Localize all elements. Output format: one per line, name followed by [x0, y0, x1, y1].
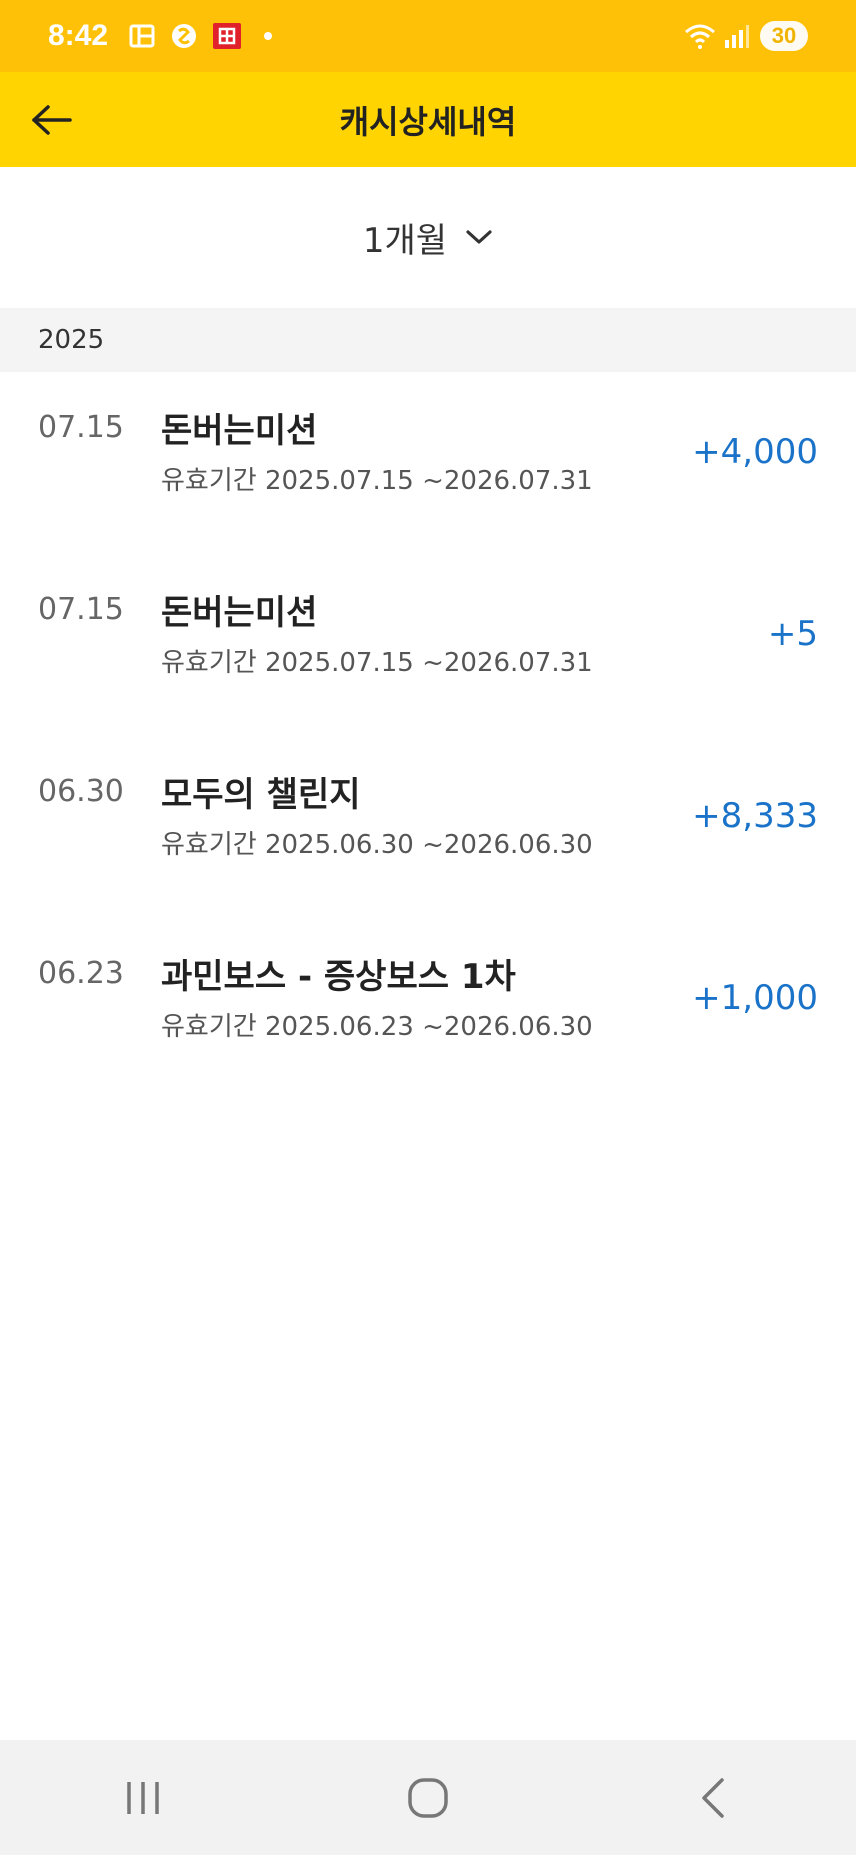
notification-dot — [264, 32, 273, 40]
grid-app-icon — [128, 22, 156, 50]
battery-icon: 30 — [760, 21, 808, 51]
item-amount: +4,000 — [692, 432, 818, 472]
list-item: 06.30 모두의 챌린지 유효기간 2025.06.30 ~2026.06.3… — [0, 736, 856, 918]
item-date: 06.23 — [38, 956, 124, 991]
status-bar-right: 30 — [684, 21, 808, 51]
status-bar-left: 8:42 — [48, 19, 273, 53]
item-date: 07.15 — [38, 410, 124, 445]
year-section-header: 2025 — [0, 308, 856, 372]
item-amount: +5 — [767, 614, 818, 654]
recent-apps-button[interactable] — [83, 1758, 203, 1838]
list-item: 07.15 돈버는미션 유효기간 2025.07.15 ~2026.07.31 … — [0, 554, 856, 736]
page-title: 캐시상세내역 — [339, 102, 517, 141]
samsung-pay-icon — [170, 22, 198, 50]
wifi-icon — [684, 22, 715, 50]
home-icon — [408, 1777, 448, 1818]
period-filter-label: 1개월 — [362, 220, 448, 261]
item-validity: 유효기간 2025.06.23 ~2026.06.30 — [161, 1012, 593, 1042]
year-label: 2025 — [38, 325, 105, 355]
item-title: 과민보스 - 증상보스 1차 — [161, 957, 516, 997]
item-title: 돈버는미션 — [161, 411, 318, 451]
signal-icon — [722, 22, 750, 50]
item-validity: 유효기간 2025.07.15 ~2026.07.31 — [161, 466, 593, 496]
item-date: 07.15 — [38, 592, 124, 627]
list-item: 07.15 돈버는미션 유효기간 2025.07.15 ~2026.07.31 … — [0, 372, 856, 554]
list-item: 06.23 과민보스 - 증상보스 1차 유효기간 2025.06.23 ~20… — [0, 918, 856, 1100]
chevron-down-icon — [466, 230, 492, 244]
system-back-button[interactable] — [653, 1758, 773, 1838]
recent-apps-icon — [126, 1781, 159, 1814]
item-amount: +1,000 — [692, 978, 818, 1018]
item-validity: 유효기간 2025.06.30 ~2026.06.30 — [161, 830, 593, 860]
arrow-left-icon — [32, 105, 72, 135]
cash-history-list: 07.15 돈버는미션 유효기간 2025.07.15 ~2026.07.31 … — [0, 372, 856, 1100]
home-button[interactable] — [368, 1758, 488, 1838]
red-app-icon — [212, 22, 242, 50]
system-nav-bar — [0, 1740, 856, 1855]
status-bar: 8:42 30 — [0, 0, 856, 72]
back-button[interactable] — [26, 94, 78, 146]
app-bar: 캐시상세내역 — [0, 72, 856, 167]
item-title: 돈버는미션 — [161, 593, 318, 633]
back-icon — [702, 1777, 725, 1818]
period-filter-dropdown[interactable]: 1개월 — [0, 167, 856, 307]
item-date: 06.30 — [38, 774, 124, 809]
item-amount: +8,333 — [692, 796, 818, 836]
item-validity: 유효기간 2025.07.15 ~2026.07.31 — [161, 648, 593, 678]
item-title: 모두의 챌린지 — [161, 775, 361, 815]
status-time: 8:42 — [48, 19, 109, 52]
